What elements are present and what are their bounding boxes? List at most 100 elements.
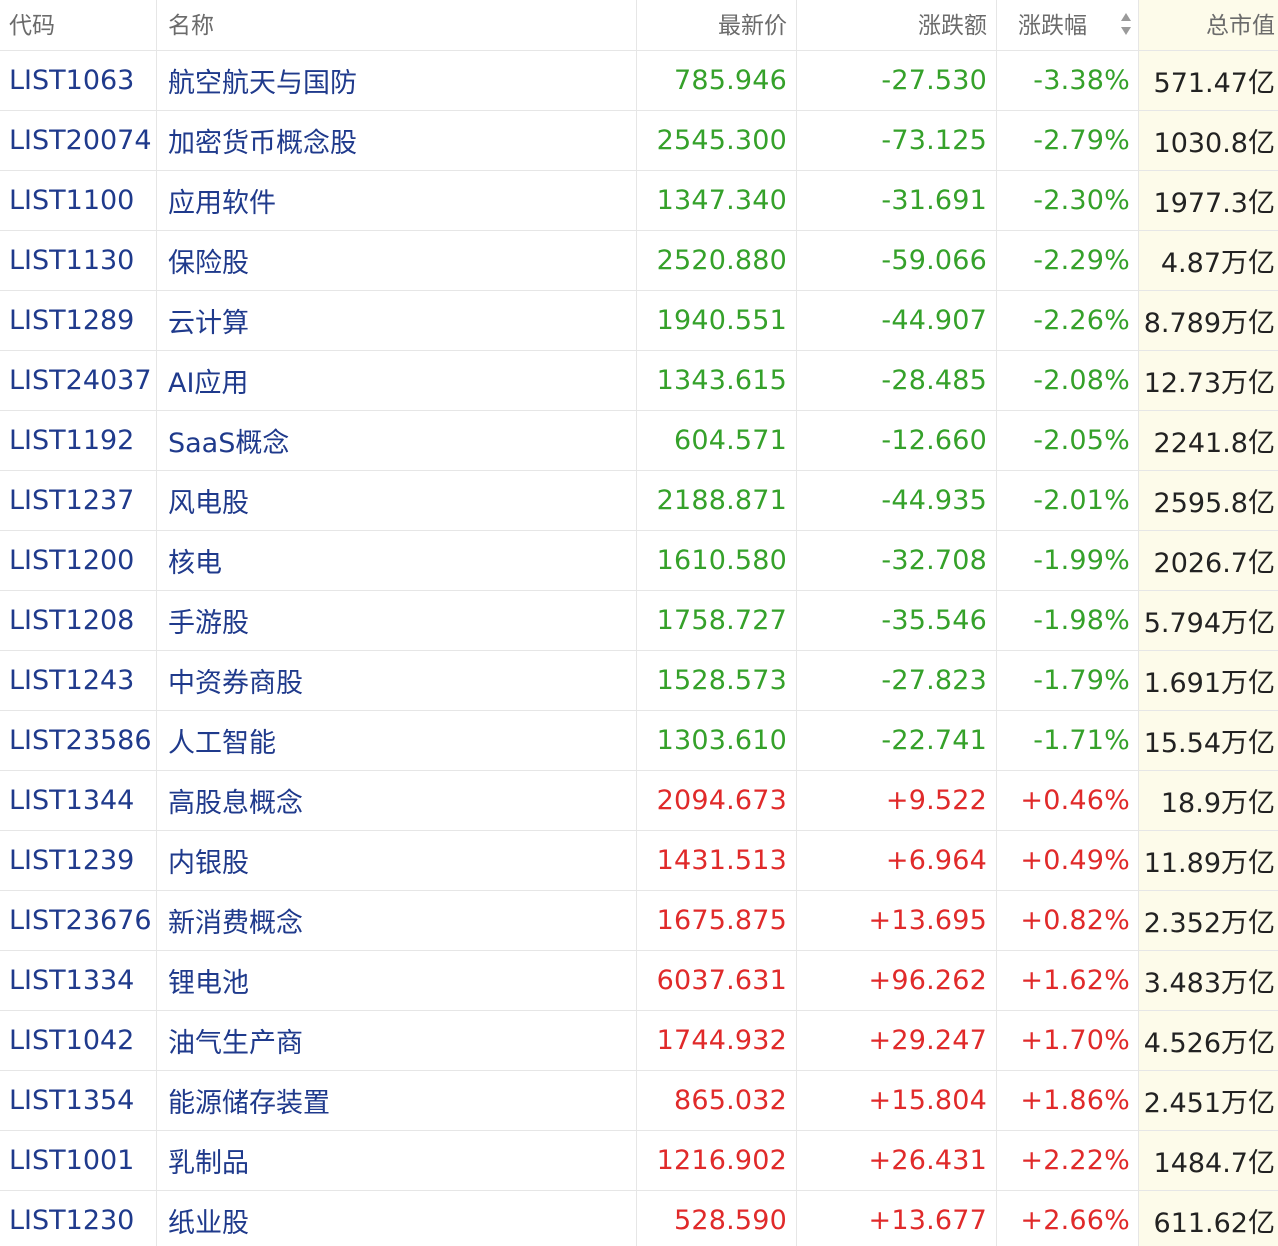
row-code-cell[interactable]: LIST1208	[0, 591, 157, 650]
table-row[interactable]: LIST20074 加密货币概念股 2545.300 -73.125 -2.79% 103…	[0, 111, 1278, 171]
row-name[interactable]: 航空航天与国防	[168, 61, 357, 100]
table-row[interactable]: LIST1200 核电 1610.580 -32.708 -1.99% 2026.7亿	[0, 531, 1278, 591]
row-code[interactable]: LIST1239	[9, 845, 134, 876]
row-name[interactable]: AI应用	[168, 361, 248, 400]
row-name-cell[interactable]: 油气生产商	[157, 1011, 637, 1070]
row-name-cell[interactable]: 应用软件	[157, 171, 637, 230]
table-row[interactable]: LIST1354 能源储存装置 865.032 +15.804 +1.86% 2.451万…	[0, 1071, 1278, 1131]
header-price[interactable]: 最新价	[637, 0, 797, 50]
row-code[interactable]: LIST20074	[9, 125, 152, 156]
row-name-cell[interactable]: 内银股	[157, 831, 637, 890]
row-name[interactable]: 手游股	[168, 601, 249, 640]
row-code[interactable]: LIST1243	[9, 665, 134, 696]
row-name[interactable]: 纸业股	[168, 1201, 249, 1240]
table-row[interactable]: LIST1334 锂电池 6037.631 +96.262 +1.62% 3.483万亿	[0, 951, 1278, 1011]
row-name-cell[interactable]: 云计算	[157, 291, 637, 350]
row-name-cell[interactable]: 锂电池	[157, 951, 637, 1010]
row-name[interactable]: 内银股	[168, 841, 249, 880]
table-row[interactable]: LIST1344 高股息概念 2094.673 +9.522 +0.46% 18.9万亿	[0, 771, 1278, 831]
row-code-cell[interactable]: LIST1100	[0, 171, 157, 230]
row-name-cell[interactable]: 中资券商股	[157, 651, 637, 710]
row-name-cell[interactable]: 航空航天与国防	[157, 51, 637, 110]
row-code-cell[interactable]: LIST1239	[0, 831, 157, 890]
row-name[interactable]: 应用软件	[168, 181, 276, 220]
row-name-cell[interactable]: 保险股	[157, 231, 637, 290]
table-row[interactable]: LIST1237 风电股 2188.871 -44.935 -2.01% 2595.8亿	[0, 471, 1278, 531]
row-name[interactable]: 锂电池	[168, 961, 249, 1000]
row-code-cell[interactable]: LIST23586	[0, 711, 157, 770]
row-code-cell[interactable]: LIST1130	[0, 231, 157, 290]
row-code-cell[interactable]: LIST1192	[0, 411, 157, 470]
row-code[interactable]: LIST24037	[9, 365, 152, 396]
row-name[interactable]: 中资券商股	[168, 661, 303, 700]
row-code-cell[interactable]: LIST23676	[0, 891, 157, 950]
table-row[interactable]: LIST1192 SaaS概念 604.571 -12.660 -2.05% 2241.8…	[0, 411, 1278, 471]
row-name[interactable]: 风电股	[168, 481, 249, 520]
row-name-cell[interactable]: 手游股	[157, 591, 637, 650]
row-name[interactable]: 云计算	[168, 301, 249, 340]
row-code-cell[interactable]: LIST1289	[0, 291, 157, 350]
row-name[interactable]: 人工智能	[168, 721, 276, 760]
row-code[interactable]: LIST1344	[9, 785, 134, 816]
table-row[interactable]: LIST23586 人工智能 1303.610 -22.741 -1.71% 15.54万…	[0, 711, 1278, 771]
row-code[interactable]: LIST1042	[9, 1025, 134, 1056]
table-row[interactable]: LIST1289 云计算 1940.551 -44.907 -2.26% 8.789万亿	[0, 291, 1278, 351]
row-name-cell[interactable]: AI应用	[157, 351, 637, 410]
header-name[interactable]: 名称	[157, 0, 637, 50]
header-cap[interactable]: 总市值	[1139, 0, 1278, 50]
row-code-cell[interactable]: LIST1344	[0, 771, 157, 830]
row-code-cell[interactable]: LIST1042	[0, 1011, 157, 1070]
row-code-cell[interactable]: LIST20074	[0, 111, 157, 170]
row-code-cell[interactable]: LIST24037	[0, 351, 157, 410]
row-name-cell[interactable]: 新消费概念	[157, 891, 637, 950]
row-name-cell[interactable]: 人工智能	[157, 711, 637, 770]
row-code-cell[interactable]: LIST1237	[0, 471, 157, 530]
row-name[interactable]: 乳制品	[168, 1141, 249, 1180]
row-name-cell[interactable]: 能源储存装置	[157, 1071, 637, 1130]
row-code[interactable]: LIST1208	[9, 605, 134, 636]
row-code-cell[interactable]: LIST1230	[0, 1191, 157, 1246]
table-row[interactable]: LIST23676 新消费概念 1675.875 +13.695 +0.82% 2.352…	[0, 891, 1278, 951]
row-code[interactable]: LIST23676	[9, 905, 152, 936]
row-code[interactable]: LIST1192	[9, 425, 134, 456]
row-code[interactable]: LIST1063	[9, 65, 134, 96]
table-row[interactable]: LIST1042 油气生产商 1744.932 +29.247 +1.70% 4.526万…	[0, 1011, 1278, 1071]
table-row[interactable]: LIST1243 中资券商股 1528.573 -27.823 -1.79% 1.691万…	[0, 651, 1278, 711]
header-pct[interactable]: 涨跌幅	[997, 0, 1139, 50]
header-code[interactable]: 代码	[0, 0, 157, 50]
row-code-cell[interactable]: LIST1334	[0, 951, 157, 1010]
table-row[interactable]: LIST1208 手游股 1758.727 -35.546 -1.98% 5.794万亿	[0, 591, 1278, 651]
row-name[interactable]: SaaS概念	[168, 421, 289, 460]
row-name-cell[interactable]: 加密货币概念股	[157, 111, 637, 170]
row-code[interactable]: LIST1100	[9, 185, 134, 216]
table-row[interactable]: LIST1001 乳制品 1216.902 +26.431 +2.22% 1484.7亿	[0, 1131, 1278, 1191]
table-row[interactable]: LIST1239 内银股 1431.513 +6.964 +0.49% 11.89万亿	[0, 831, 1278, 891]
row-code[interactable]: LIST1237	[9, 485, 134, 516]
row-name[interactable]: 能源储存装置	[168, 1081, 330, 1120]
row-name-cell[interactable]: 风电股	[157, 471, 637, 530]
row-name[interactable]: 加密货币概念股	[168, 121, 357, 160]
row-code[interactable]: LIST1289	[9, 305, 134, 336]
row-code-cell[interactable]: LIST1354	[0, 1071, 157, 1130]
row-name-cell[interactable]: 高股息概念	[157, 771, 637, 830]
row-code[interactable]: LIST1354	[9, 1085, 134, 1116]
row-code[interactable]: LIST23586	[9, 725, 152, 756]
table-row[interactable]: LIST1230 纸业股 528.590 +13.677 +2.66% 611.62亿	[0, 1191, 1278, 1246]
header-change[interactable]: 涨跌额	[797, 0, 997, 50]
row-name-cell[interactable]: 纸业股	[157, 1191, 637, 1246]
row-code[interactable]: LIST1200	[9, 545, 134, 576]
row-code[interactable]: LIST1130	[9, 245, 134, 276]
table-row[interactable]: LIST1130 保险股 2520.880 -59.066 -2.29% 4.87万亿	[0, 231, 1278, 291]
row-name-cell[interactable]: 乳制品	[157, 1131, 637, 1190]
table-row[interactable]: LIST1063 航空航天与国防 785.946 -27.530 -3.38% 571.4…	[0, 51, 1278, 111]
row-name-cell[interactable]: 核电	[157, 531, 637, 590]
row-name[interactable]: 油气生产商	[168, 1021, 303, 1060]
row-name-cell[interactable]: SaaS概念	[157, 411, 637, 470]
row-code-cell[interactable]: LIST1063	[0, 51, 157, 110]
row-name[interactable]: 新消费概念	[168, 901, 303, 940]
row-name[interactable]: 高股息概念	[168, 781, 303, 820]
table-row[interactable]: LIST1100 应用软件 1347.340 -31.691 -2.30% 1977.3亿	[0, 171, 1278, 231]
row-code-cell[interactable]: LIST1243	[0, 651, 157, 710]
table-row[interactable]: LIST24037 AI应用 1343.615 -28.485 -2.08% 12.73万…	[0, 351, 1278, 411]
row-code[interactable]: LIST1230	[9, 1205, 134, 1236]
